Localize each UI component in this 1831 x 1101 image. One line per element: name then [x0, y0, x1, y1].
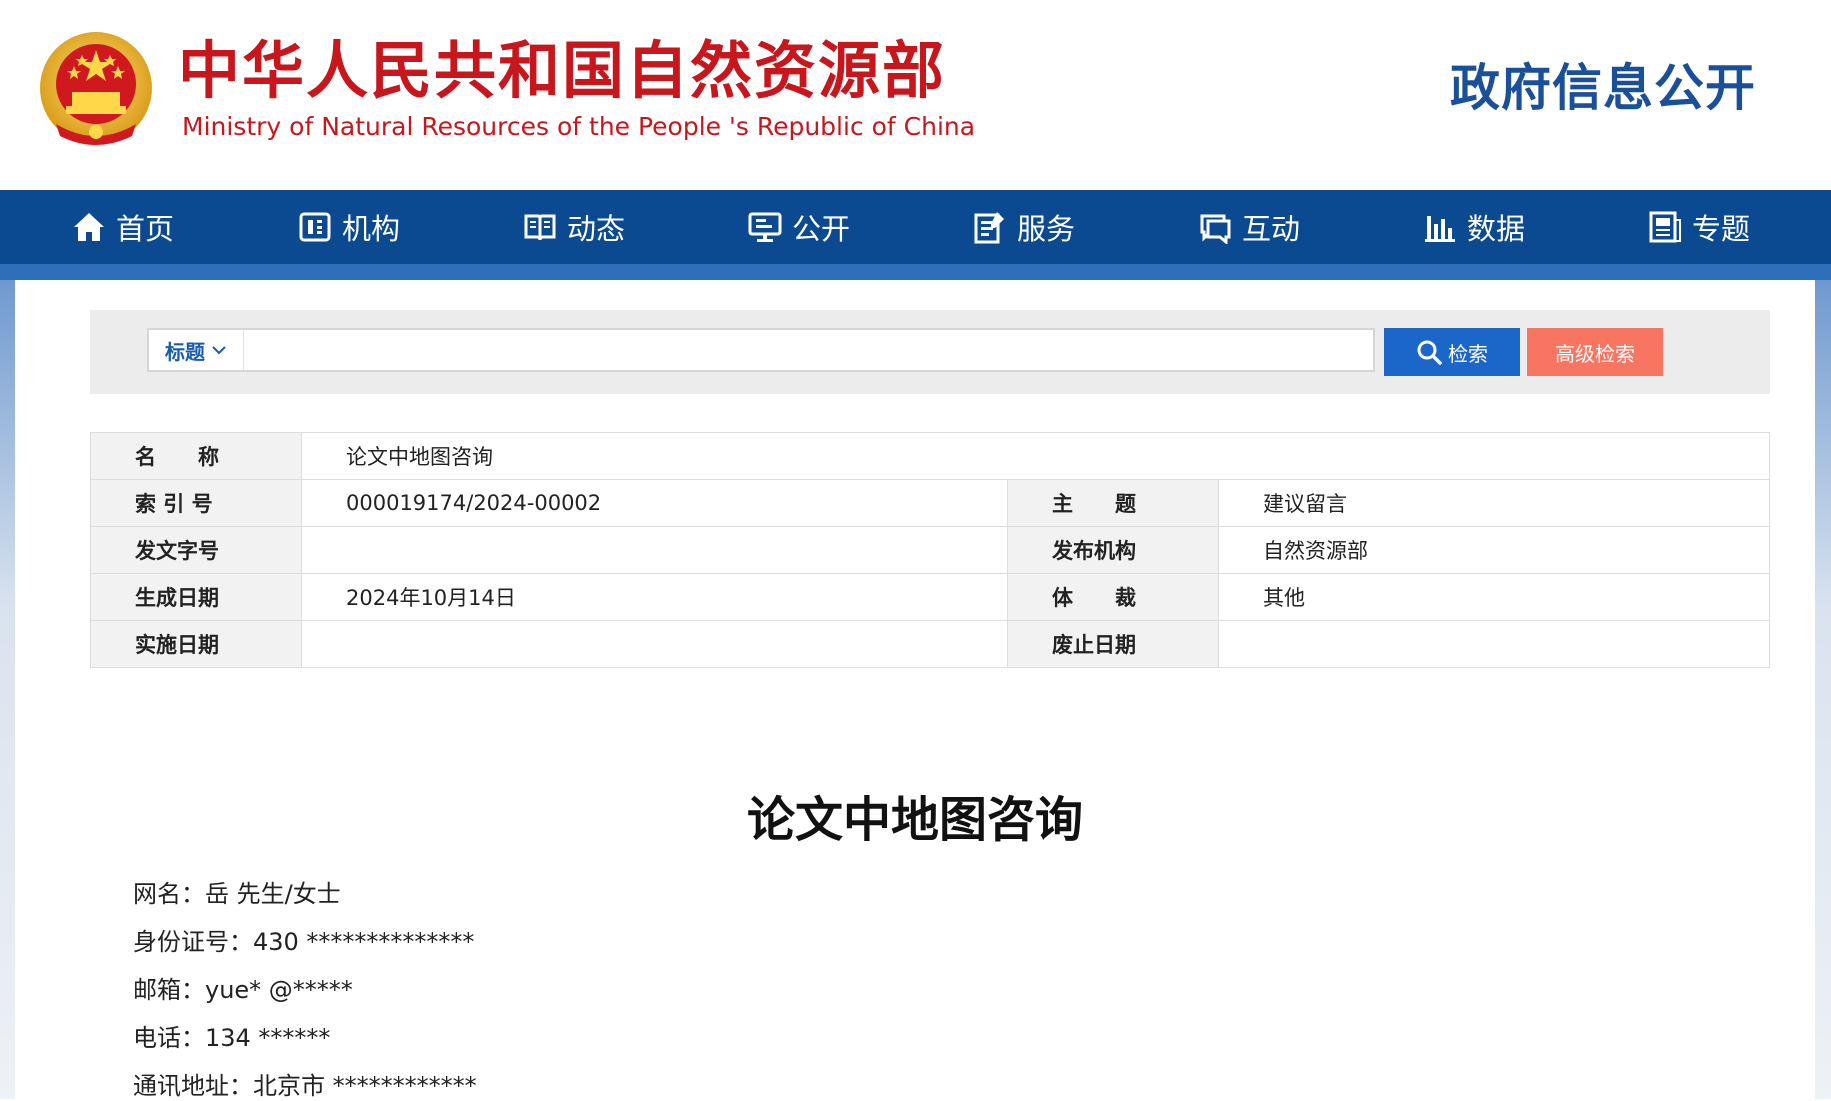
table-row: 发文字号 发布机构 自然资源部 [90, 526, 1770, 574]
meta-label-genre: 体 裁 [1007, 573, 1219, 621]
article-line-id-number: 身份证号：430 ************** [133, 928, 475, 956]
nav-item-data[interactable]: 数据 [1423, 190, 1525, 264]
meta-label-date: 生成日期 [90, 573, 302, 621]
background-band-right [1815, 280, 1831, 1099]
meta-value-topic: 建议留言 [1218, 479, 1770, 527]
article-line-nickname: 网名：岳 先生/女士 [133, 880, 341, 908]
article-title: 论文中地图咨询 [746, 792, 1083, 848]
search-button-label: 检索 [1448, 341, 1488, 366]
meta-label-index: 索 引 号 [90, 479, 302, 527]
meta-label-expire: 废止日期 [1007, 620, 1219, 668]
organization-icon [299, 212, 331, 242]
search-icon [1417, 340, 1442, 365]
meta-value-doc-no [301, 526, 1008, 574]
article-line-phone: 电话：134 ****** [133, 1024, 331, 1052]
nav-item-topics[interactable]: 专题 [1648, 190, 1750, 264]
meta-value-publisher: 自然资源部 [1218, 526, 1770, 574]
home-icon [74, 213, 104, 241]
chevron-down-icon [212, 346, 226, 355]
meta-value-expire [1218, 620, 1770, 668]
document-edit-icon [974, 212, 1004, 244]
monitor-icon [748, 212, 782, 242]
meta-label-publisher: 发布机构 [1007, 526, 1219, 574]
table-row: 索 引 号 000019174/2024-00002 主 题 建议留言 [90, 479, 1770, 527]
table-row: 实施日期 废止日期 [90, 620, 1770, 668]
nav-item-home[interactable]: 首页 [72, 190, 174, 264]
nav-item-label: 专题 [1692, 212, 1751, 246]
book-icon [524, 214, 556, 241]
document-meta-table: 名 称 论文中地图咨询 索 引 号 000019174/2024-00002 主… [90, 432, 1770, 668]
meta-label-topic: 主 题 [1007, 479, 1219, 527]
nav-item-public[interactable]: 公开 [748, 190, 850, 264]
nav-item-interaction[interactable]: 互动 [1198, 190, 1300, 264]
advanced-search-button[interactable]: 高级检索 [1527, 328, 1663, 376]
main-nav: 首页 机构 动态 公开 服务 互动 数据 专题 [0, 190, 1831, 264]
nav-item-news[interactable]: 动态 [523, 190, 625, 264]
search-type-select[interactable]: 标题 [149, 330, 244, 370]
nav-item-label: 首页 [116, 212, 175, 246]
nav-item-label: 互动 [1242, 212, 1301, 246]
meta-value-name: 论文中地图咨询 [301, 432, 1770, 480]
meta-value-index: 000019174/2024-00002 [301, 479, 1008, 527]
search-bar: 标题 检索 高级检索 [90, 310, 1770, 394]
meta-value-date: 2024年10月14日 [301, 573, 1008, 621]
table-row: 名 称 论文中地图咨询 [90, 432, 1770, 480]
chat-icon [1200, 214, 1231, 244]
main-content: 标题 检索 高级检索 名 称 论文中地图咨询 索 引 号 000019174/2… [15, 280, 1815, 1100]
nav-item-organization[interactable]: 机构 [298, 190, 400, 264]
search-button[interactable]: 检索 [1384, 328, 1520, 376]
search-input[interactable] [245, 330, 1371, 370]
meta-label-name: 名 称 [90, 432, 302, 480]
meta-value-genre: 其他 [1218, 573, 1770, 621]
bar-chart-icon [1425, 216, 1455, 242]
nav-item-label: 公开 [792, 212, 851, 246]
nav-item-service[interactable]: 服务 [973, 190, 1075, 264]
meta-label-doc-no: 发文字号 [90, 526, 302, 574]
section-title: 政府信息公开 [1450, 59, 1756, 117]
ministry-title-en: Ministry of Natural Resources of the Peo… [182, 112, 976, 141]
nav-item-label: 动态 [567, 212, 626, 246]
newspaper-icon [1649, 211, 1681, 243]
nav-item-label: 服务 [1017, 212, 1076, 246]
article-line-email: 邮箱：yue* @***** [133, 976, 353, 1004]
meta-value-effective [301, 620, 1008, 668]
search-box: 标题 [147, 328, 1375, 372]
search-type-label: 标题 [165, 339, 205, 364]
site-header: 中华人民共和国自然资源部 Ministry of Natural Resourc… [0, 0, 1831, 190]
ministry-title-cn: 中华人民共和国自然资源部 [178, 34, 947, 107]
article-line-address: 通讯地址：北京市 ************ [133, 1072, 477, 1100]
background-band-left [0, 280, 15, 1099]
nav-item-label: 机构 [342, 212, 401, 246]
meta-label-effective: 实施日期 [90, 620, 302, 668]
table-row: 生成日期 2024年10月14日 体 裁 其他 [90, 573, 1770, 621]
national-emblem-icon [40, 32, 152, 145]
nav-item-label: 数据 [1467, 212, 1526, 246]
nav-divider [0, 264, 1831, 280]
